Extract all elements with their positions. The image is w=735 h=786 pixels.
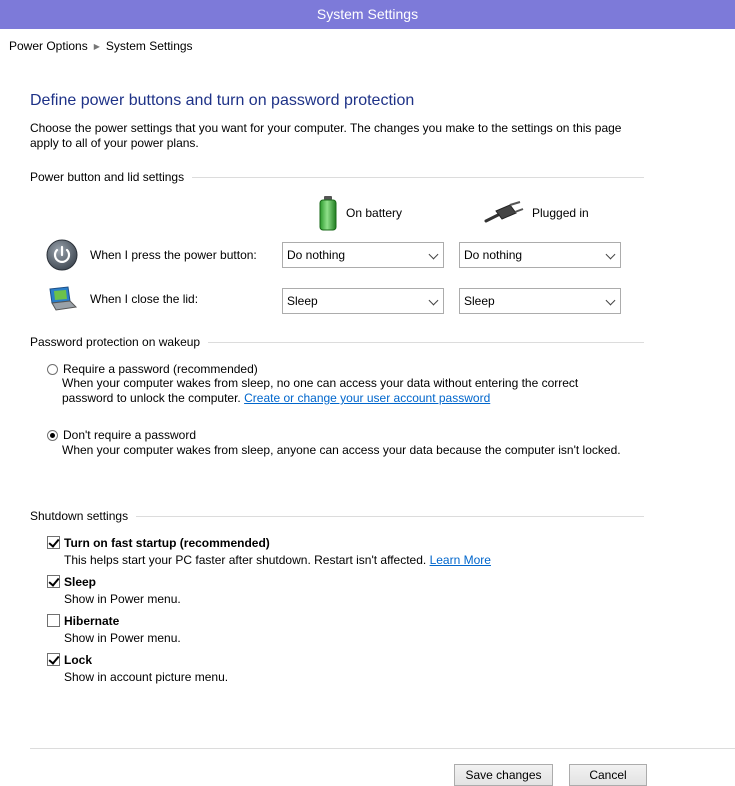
close-lid-plugged-value: Sleep [464, 294, 495, 308]
close-lid-battery-value: Sleep [287, 294, 318, 308]
sleep-label[interactable]: Sleep [64, 575, 96, 589]
column-on-battery-label: On battery [346, 206, 403, 220]
section-divider [208, 341, 644, 343]
chevron-down-icon [428, 295, 439, 306]
require-password-description: When your computer wakes from sleep, no … [62, 376, 579, 405]
page-intro: Choose the power settings that you want … [30, 121, 622, 150]
column-on-battery: On battery [318, 193, 402, 233]
battery-icon [319, 196, 337, 231]
radio-require-password[interactable]: Require a password (recommended) [47, 361, 258, 377]
section-divider [136, 515, 644, 517]
chevron-down-icon [428, 249, 439, 260]
radio-button[interactable] [47, 363, 58, 375]
radio-dont-require-password-label[interactable]: Don't require a password [63, 428, 196, 442]
window-title: System Settings [316, 6, 419, 22]
shutdown-section-header: Shutdown settings [30, 508, 644, 524]
close-lid-plugged-select[interactable]: Sleep [459, 288, 621, 314]
fast-startup-description: This helps start your PC faster after sh… [64, 553, 491, 567]
checkbox-unchecked[interactable] [47, 614, 60, 627]
breadcrumb: Power Options ▶ System Settings [9, 38, 193, 54]
checkbox-checked[interactable] [47, 653, 60, 666]
power-section-header: Power button and lid settings [30, 169, 644, 185]
learn-more-link[interactable]: Learn More [430, 553, 491, 567]
breadcrumb-separator-icon: ▶ [93, 42, 100, 51]
hibernate-label[interactable]: Hibernate [64, 614, 119, 628]
checkbox-checked[interactable] [47, 575, 60, 588]
close-lid-label: When I close the lid: [90, 292, 199, 306]
sleep-description: Show in Power menu. [64, 592, 181, 606]
section-divider [192, 176, 644, 178]
save-changes-button[interactable]: Save changes [454, 764, 553, 786]
checkbox-lock[interactable]: Lock [47, 652, 92, 667]
shutdown-section-title: Shutdown settings [30, 509, 129, 523]
chevron-down-icon [605, 249, 616, 260]
close-lid-battery-select[interactable]: Sleep [282, 288, 444, 314]
fast-startup-label[interactable]: Turn on fast startup (recommended) [64, 536, 270, 550]
password-section-header: Password protection on wakeup [30, 334, 644, 350]
power-button-battery-value: Do nothing [287, 248, 346, 262]
page-title: Define power buttons and turn on passwor… [30, 92, 415, 109]
radio-button-selected[interactable] [47, 429, 58, 441]
power-section-title: Power button and lid settings [30, 170, 185, 184]
checkbox-hibernate[interactable]: Hibernate [47, 613, 119, 628]
power-button-plugged-value: Do nothing [464, 248, 523, 262]
hibernate-description: Show in Power menu. [64, 631, 181, 645]
chevron-down-icon [605, 295, 616, 306]
create-password-link[interactable]: Create or change your user account passw… [244, 391, 490, 405]
checkbox-fast-startup[interactable]: Turn on fast startup (recommended) [47, 535, 270, 550]
dont-require-password-description: When your computer wakes from sleep, any… [62, 443, 621, 457]
lock-label[interactable]: Lock [64, 653, 92, 667]
password-section-title: Password protection on wakeup [30, 335, 201, 349]
column-plugged-in: Plugged in [484, 193, 589, 233]
breadcrumb-power-options[interactable]: Power Options [9, 39, 88, 53]
radio-dont-require-password[interactable]: Don't require a password [47, 427, 196, 443]
breadcrumb-system-settings[interactable]: System Settings [106, 39, 193, 53]
power-button-label: When I press the power button: [90, 248, 257, 262]
checkbox-sleep[interactable]: Sleep [47, 574, 96, 589]
radio-require-password-label[interactable]: Require a password (recommended) [63, 362, 258, 376]
power-button-battery-select[interactable]: Do nothing [282, 242, 444, 268]
power-button-plugged-select[interactable]: Do nothing [459, 242, 621, 268]
power-button-icon [46, 239, 78, 271]
cancel-button[interactable]: Cancel [569, 764, 647, 786]
column-plugged-in-label: Plugged in [532, 206, 589, 220]
footer-divider [30, 748, 735, 749]
power-plug-icon [484, 201, 524, 223]
checkbox-checked[interactable] [47, 536, 60, 549]
lock-description: Show in account picture menu. [64, 670, 229, 684]
laptop-lid-icon [49, 286, 78, 311]
window-title-bar: System Settings [0, 0, 735, 29]
